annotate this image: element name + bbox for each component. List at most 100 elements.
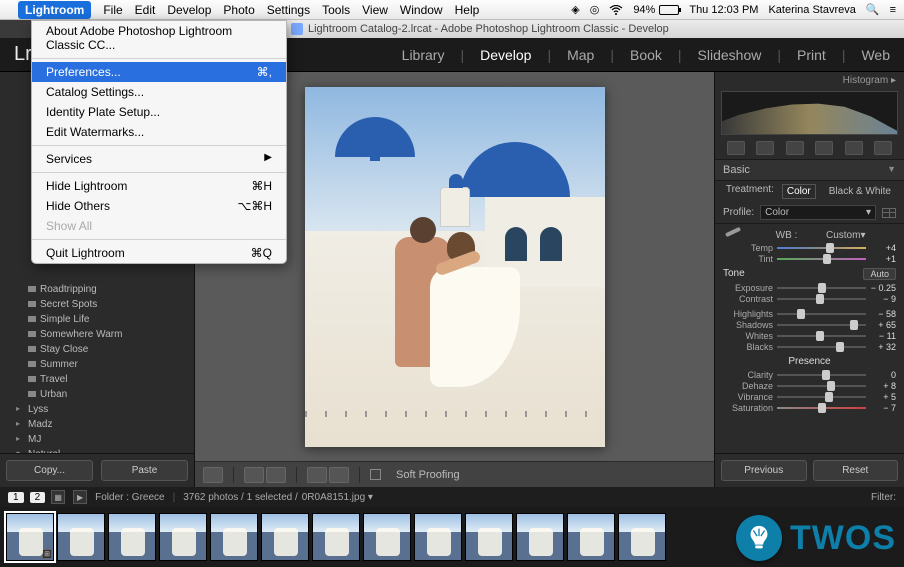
module-develop[interactable]: Develop (480, 47, 531, 63)
folder-item[interactable]: MJ (0, 432, 194, 447)
before-after-right-button[interactable] (266, 467, 286, 483)
radial-tool-icon[interactable] (845, 141, 863, 155)
slider-contrast[interactable]: Contrast− 9 (715, 294, 904, 305)
slider-exposure[interactable]: Exposure− 0.25 (715, 283, 904, 294)
grid-view-icon[interactable]: ▦ (51, 490, 65, 504)
collection-item[interactable]: Urban (0, 387, 194, 402)
gradient-tool-icon[interactable] (815, 141, 833, 155)
folder-item[interactable]: Natural (0, 447, 194, 453)
copy-button[interactable]: Copy... (6, 460, 93, 481)
filmstrip-thumb[interactable] (159, 513, 207, 561)
treatment-color[interactable]: Color (782, 184, 816, 199)
collection-item[interactable]: Secret Spots (0, 297, 194, 312)
histogram[interactable] (721, 91, 898, 135)
soft-proofing-checkbox[interactable] (370, 469, 381, 480)
filmstrip-thumb[interactable] (414, 513, 462, 561)
histogram-header[interactable]: Histogram ▸ (715, 72, 904, 89)
folder-path[interactable]: Folder : Greece (95, 492, 164, 503)
collection-item[interactable]: Summer (0, 357, 194, 372)
brush-tool-icon[interactable] (874, 141, 892, 155)
profile-browser-icon[interactable] (882, 208, 896, 218)
clock[interactable]: Thu 12:03 PM (689, 4, 758, 16)
module-slideshow[interactable]: Slideshow (698, 47, 762, 63)
folder-item[interactable]: Lyss (0, 402, 194, 417)
filmstrip-thumb[interactable] (210, 513, 258, 561)
menu-hide-others[interactable]: Hide Others⌥⌘H (32, 196, 286, 216)
menu-quit[interactable]: Quit Lightroom⌘Q (32, 243, 286, 263)
menu-edit[interactable]: Edit (135, 3, 156, 17)
user-name[interactable]: Katerina Stavreva (768, 4, 855, 16)
slider-blacks[interactable]: Blacks+ 32 (715, 342, 904, 353)
menu-about[interactable]: About Adobe Photoshop Lightroom Classic … (32, 21, 286, 55)
module-map[interactable]: Map (567, 47, 594, 63)
menu-hide-lightroom[interactable]: Hide Lightroom⌘H (32, 176, 286, 196)
slider-dehaze[interactable]: Dehaze+ 8 (715, 381, 904, 392)
module-web[interactable]: Web (861, 47, 890, 63)
module-print[interactable]: Print (797, 47, 826, 63)
menu-services[interactable]: Services▶ (32, 149, 286, 169)
menu-file[interactable]: File (103, 3, 122, 17)
dropbox-icon[interactable]: ◈ (571, 3, 579, 16)
menu-preferences[interactable]: Preferences...⌘, (32, 62, 286, 82)
basic-panel-header[interactable]: Basic▼ (715, 160, 904, 181)
battery-status[interactable]: 94% (633, 4, 679, 16)
loupe-view-button[interactable] (203, 467, 223, 483)
module-library[interactable]: Library (402, 47, 445, 63)
menu-app[interactable]: Lightroom (18, 1, 91, 19)
collection-item[interactable]: Simple Life (0, 312, 194, 327)
filmstrip-thumb[interactable] (57, 513, 105, 561)
wb-select[interactable]: Custom▾ (826, 230, 896, 241)
menu-settings[interactable]: Settings (267, 3, 310, 17)
slider-shadows[interactable]: Shadows+ 65 (715, 320, 904, 331)
slider-highlights[interactable]: Highlights− 58 (715, 309, 904, 320)
notifications-icon[interactable]: ≡ (890, 4, 896, 16)
slider-tint[interactable]: Tint+1 (715, 254, 904, 265)
slider-clarity[interactable]: Clarity0 (715, 370, 904, 381)
before-after-left-button[interactable] (244, 467, 264, 483)
slider-saturation[interactable]: Saturation− 7 (715, 403, 904, 414)
compare-y-swap-button[interactable] (329, 467, 349, 483)
reset-button[interactable]: Reset (813, 460, 899, 481)
wifi-icon[interactable] (609, 5, 623, 15)
redeye-tool-icon[interactable] (786, 141, 804, 155)
profile-select[interactable]: Color▾ (760, 205, 876, 220)
menu-help[interactable]: Help (455, 3, 480, 17)
treatment-bw[interactable]: Black & White (824, 184, 896, 199)
spot-tool-icon[interactable] (756, 141, 774, 155)
filmstrip-thumb[interactable] (516, 513, 564, 561)
collection-item[interactable]: Stay Close (0, 342, 194, 357)
previous-button[interactable]: Previous (721, 460, 807, 481)
menu-identity-plate[interactable]: Identity Plate Setup... (32, 102, 286, 122)
cc-icon[interactable]: ◎ (590, 3, 600, 16)
crop-tool-icon[interactable] (727, 141, 745, 155)
menu-photo[interactable]: Photo (223, 3, 254, 17)
monitor-badge[interactable]: 1 (8, 492, 24, 503)
collection-item[interactable]: Roadtripping (0, 282, 194, 297)
monitor-badge[interactable]: 2 (30, 492, 46, 503)
play-icon[interactable]: ▶ (73, 490, 87, 504)
filmstrip-thumb[interactable] (108, 513, 156, 561)
menu-view[interactable]: View (362, 3, 388, 17)
filmstrip-thumb[interactable] (261, 513, 309, 561)
menu-develop[interactable]: Develop (167, 3, 211, 17)
folder-item[interactable]: Madz (0, 417, 194, 432)
wb-dropper-icon[interactable] (723, 228, 747, 242)
auto-button[interactable]: Auto (863, 268, 896, 280)
filmstrip-thumb[interactable] (363, 513, 411, 561)
menu-window[interactable]: Window (400, 3, 443, 17)
slider-whites[interactable]: Whites− 11 (715, 331, 904, 342)
compare-y-button[interactable] (307, 467, 327, 483)
slider-vibrance[interactable]: Vibrance+ 5 (715, 392, 904, 403)
menu-catalog-settings[interactable]: Catalog Settings... (32, 82, 286, 102)
filmstrip-thumb[interactable] (618, 513, 666, 561)
paste-button[interactable]: Paste (101, 460, 188, 481)
spotlight-icon[interactable]: 🔍 (866, 3, 880, 16)
collection-item[interactable]: Travel (0, 372, 194, 387)
filmstrip-thumb[interactable] (567, 513, 615, 561)
menu-edit-watermarks[interactable]: Edit Watermarks... (32, 122, 286, 142)
filmstrip-thumb[interactable] (465, 513, 513, 561)
menu-tools[interactable]: Tools (322, 3, 350, 17)
collection-item[interactable]: Somewhere Warm (0, 327, 194, 342)
filmstrip-thumb[interactable] (312, 513, 360, 561)
slider-temp[interactable]: Temp+4 (715, 243, 904, 254)
